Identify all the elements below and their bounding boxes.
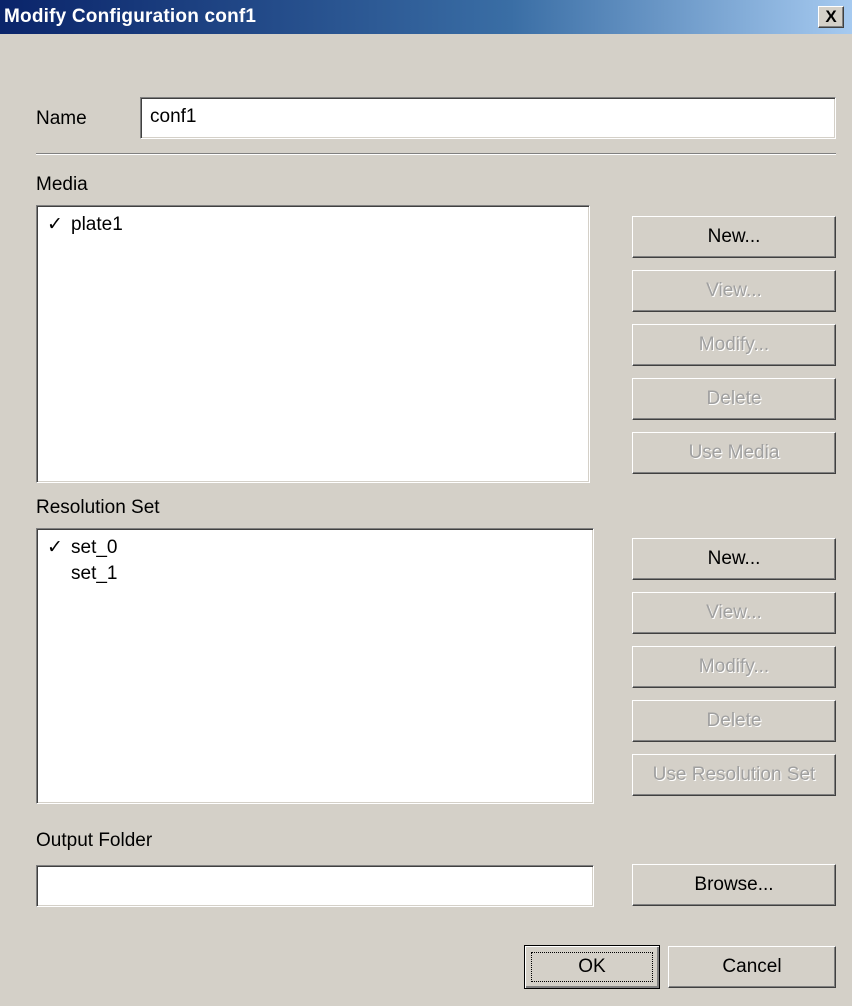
list-item[interactable]: set_1 [47, 561, 117, 587]
name-input[interactable]: conf1 [140, 97, 836, 139]
use-resolution-set-button[interactable]: Use Resolution Set [632, 754, 836, 796]
browse-button[interactable]: Browse... [632, 864, 836, 906]
list-item-label: set_1 [71, 563, 118, 584]
resolution-new-button[interactable]: New... [632, 538, 836, 580]
separator [36, 153, 836, 155]
media-modify-button[interactable]: Modify... [632, 324, 836, 366]
media-label: Media [36, 174, 88, 195]
output-folder-input[interactable] [36, 865, 594, 907]
media-list[interactable]: ✓ plate1 [36, 205, 590, 483]
name-label: Name [36, 108, 87, 129]
cancel-button[interactable]: Cancel [668, 946, 836, 988]
ok-button[interactable]: OK [524, 945, 660, 989]
resolution-set-list[interactable]: ✓ set_0 set_1 [36, 528, 594, 804]
resolution-view-button[interactable]: View... [632, 592, 836, 634]
close-icon: X [825, 7, 837, 26]
list-item-label: set_0 [71, 537, 118, 558]
focus-rect [531, 952, 653, 982]
close-button[interactable]: X [818, 6, 844, 28]
resolution-set-label: Resolution Set [36, 497, 160, 518]
list-item-label: plate1 [71, 214, 123, 235]
resolution-modify-button[interactable]: Modify... [632, 646, 836, 688]
name-input-value: conf1 [150, 106, 197, 127]
check-icon: ✓ [47, 537, 63, 558]
resolution-delete-button[interactable]: Delete [632, 700, 836, 742]
list-item[interactable]: ✓ set_0 [47, 535, 117, 561]
media-delete-button[interactable]: Delete [632, 378, 836, 420]
window-title: Modify Configuration conf1 [4, 6, 257, 27]
check-icon: ✓ [47, 214, 63, 235]
output-folder-label: Output Folder [36, 830, 153, 851]
title-bar: Modify Configuration conf1 X [0, 0, 852, 34]
media-new-button[interactable]: New... [632, 216, 836, 258]
use-media-button[interactable]: Use Media [632, 432, 836, 474]
list-item[interactable]: ✓ plate1 [47, 212, 123, 238]
media-view-button[interactable]: View... [632, 270, 836, 312]
